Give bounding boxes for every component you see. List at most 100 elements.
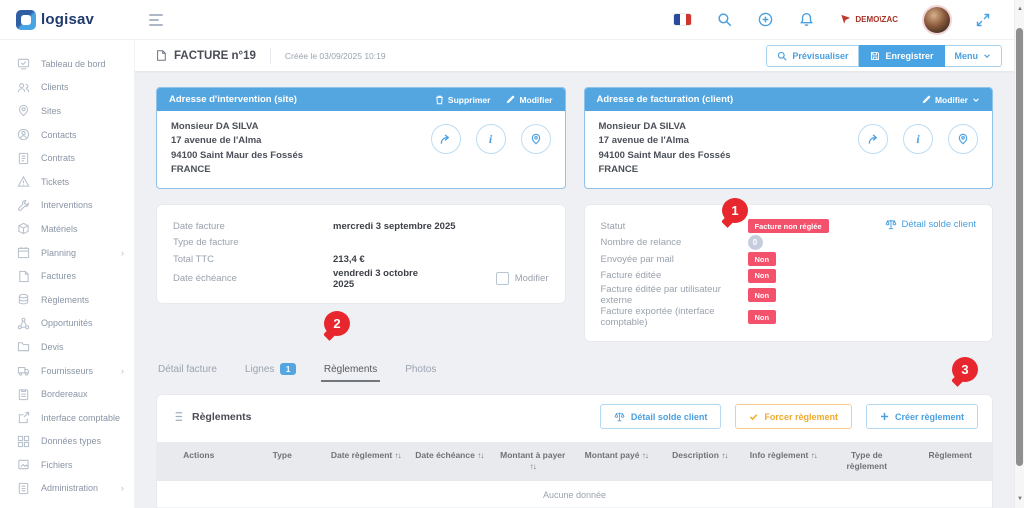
- preview-button[interactable]: Prévisualiser: [766, 45, 859, 67]
- column-date-reglement[interactable]: Date règlement ↑↓: [324, 442, 408, 481]
- tab-detail-facture[interactable]: Détail facture: [158, 363, 217, 382]
- annotation-1: 1: [722, 198, 748, 223]
- save-floppy-icon: [870, 51, 880, 61]
- info-button[interactable]: i: [903, 124, 933, 154]
- fullscreen-icon[interactable]: [976, 13, 990, 27]
- sidebar-item-interventions[interactable]: Interventions: [0, 194, 134, 218]
- sidebar-item-fournisseurs[interactable]: Fournisseurs›: [0, 359, 134, 383]
- sidebar-item-clients[interactable]: Clients: [0, 76, 134, 100]
- field-label: Facture éditée par utilisateur externe: [601, 284, 748, 306]
- scrollbar-thumb[interactable]: [1016, 28, 1023, 466]
- scrollbar-down-arrow[interactable]: ▼: [1015, 496, 1024, 502]
- sidebar-item-devis[interactable]: Devis: [0, 335, 134, 359]
- tab-lignes[interactable]: Lignes1: [245, 363, 296, 382]
- detail-balance-link[interactable]: Détail solde client: [885, 218, 976, 230]
- checkbox-label: Modifier: [515, 273, 549, 284]
- notifications-bell-icon[interactable]: [799, 12, 814, 27]
- sort-icon[interactable]: ↑↓: [395, 451, 401, 460]
- billing-address-text: Monsieur DA SILVA 17 avenue de l'Alma 94…: [599, 120, 731, 177]
- sent-by-mail-badge: Non: [748, 252, 777, 266]
- sidebar-item-sites[interactable]: Sites: [0, 99, 134, 123]
- annotation-3: 3: [952, 357, 978, 382]
- delete-address-button[interactable]: Supprimer: [435, 95, 491, 105]
- invoice-info-card: Date facturemercredi 3 septembre 2025 Ty…: [156, 204, 566, 304]
- sort-icon[interactable]: ↑↓: [642, 451, 648, 460]
- app-logo[interactable]: logisav: [0, 10, 135, 30]
- logo-icon: [16, 10, 36, 30]
- field-label: Envoyée par mail: [601, 254, 748, 265]
- info-icon: i: [489, 132, 492, 147]
- menu-button[interactable]: Menu: [945, 45, 1003, 67]
- sidebar-item-reglements[interactable]: Règlements: [0, 288, 134, 312]
- search-icon[interactable]: [717, 12, 732, 27]
- payments-panel: Règlements Détail solde client Forcer rè…: [156, 394, 993, 508]
- warning-triangle-icon: [17, 175, 30, 188]
- contact-icon: [17, 128, 30, 141]
- intervention-address-card: Adresse d'intervention (site) Supprimer …: [156, 87, 566, 189]
- map-pin-button[interactable]: [948, 124, 978, 154]
- truck-icon: [17, 364, 30, 377]
- page-title: FACTURE n°19: [174, 50, 256, 62]
- column-montant-a-payer[interactable]: Montant à payer ↑↓: [491, 442, 575, 481]
- intervention-address-title: Adresse d'intervention (site): [169, 94, 297, 105]
- sort-icon[interactable]: ↑↓: [530, 462, 536, 471]
- add-icon[interactable]: [758, 12, 773, 27]
- sidebar-item-administration[interactable]: Administration›: [0, 477, 134, 501]
- chevron-right-icon: ›: [121, 248, 124, 258]
- search-icon: [777, 51, 787, 61]
- tab-reglements[interactable]: Règlements: [324, 363, 377, 382]
- scrollbar-up-arrow[interactable]: ▲: [1015, 6, 1024, 12]
- billing-address-card: Adresse de facturation (client) Modifier…: [584, 87, 994, 189]
- chevron-down-icon: [983, 52, 991, 60]
- create-payment-button[interactable]: Créer règlement: [866, 404, 978, 429]
- sidebar-item-contacts[interactable]: Contacts: [0, 123, 134, 147]
- sidebar-item-contrats[interactable]: Contrats: [0, 146, 134, 170]
- sidebar-item-tableau-de-bord[interactable]: Tableau de bord: [0, 52, 134, 76]
- empty-state-text: Aucune donnée: [157, 481, 992, 508]
- sidebar-item-fichiers[interactable]: Fichiers: [0, 453, 134, 477]
- exported-badge: Non: [748, 310, 777, 324]
- sort-icon[interactable]: ↑↓: [811, 451, 817, 460]
- share-route-button[interactable]: [431, 124, 461, 154]
- tab-photos[interactable]: Photos: [405, 363, 436, 382]
- scales-icon: [885, 218, 897, 230]
- invoice-file-icon: [17, 270, 30, 283]
- sort-icon[interactable]: ↑↓: [721, 451, 727, 460]
- language-flag-icon[interactable]: [674, 14, 691, 25]
- column-description[interactable]: Description ↑↓: [658, 442, 742, 481]
- sidebar-item-bordereaux[interactable]: Bordereaux: [0, 382, 134, 406]
- field-label: Nombre de relance: [601, 237, 748, 248]
- column-reglement: Règlement: [909, 442, 993, 481]
- sidebar-item-donnees-types[interactable]: Données types: [0, 430, 134, 454]
- edit-due-date-checkbox[interactable]: [496, 272, 509, 285]
- user-avatar[interactable]: [924, 7, 950, 33]
- info-button[interactable]: i: [476, 124, 506, 154]
- edit-billing-address-button[interactable]: Modifier: [922, 95, 980, 105]
- sidebar-item-opportunites[interactable]: Opportunités: [0, 312, 134, 336]
- column-info-reglement[interactable]: Info règlement ↑↓: [742, 442, 826, 481]
- sidebar-toggle-icon[interactable]: [149, 14, 163, 26]
- share-route-button[interactable]: [858, 124, 888, 154]
- column-montant-paye[interactable]: Montant payé ↑↓: [575, 442, 659, 481]
- map-pin-button[interactable]: [521, 124, 551, 154]
- column-date-echeance[interactable]: Date échéance ↑↓: [408, 442, 492, 481]
- calendar-icon: [17, 246, 30, 259]
- site-pin-icon: [17, 104, 30, 117]
- sidebar-item-tickets[interactable]: Tickets: [0, 170, 134, 194]
- edit-address-button[interactable]: Modifier: [506, 95, 552, 105]
- page-scrollbar[interactable]: ▲ ▼: [1014, 0, 1024, 508]
- network-icon: [17, 317, 30, 330]
- wrench-icon: [17, 199, 30, 212]
- detail-balance-button[interactable]: Détail solde client: [600, 404, 722, 429]
- column-type: Type: [241, 442, 325, 481]
- force-payment-button[interactable]: Forcer règlement: [735, 404, 852, 429]
- clients-icon: [17, 81, 30, 94]
- sidebar-item-interface-comptable[interactable]: Interface comptable: [0, 406, 134, 430]
- sort-icon[interactable]: ↑↓: [477, 451, 483, 460]
- edited-badge: Non: [748, 269, 777, 283]
- sidebar-item-materiels[interactable]: Matériels: [0, 217, 134, 241]
- save-button[interactable]: Enregistrer: [859, 45, 944, 67]
- sidebar-item-planning[interactable]: Planning›: [0, 241, 134, 265]
- sidebar-item-factures[interactable]: Factures: [0, 264, 134, 288]
- current-user[interactable]: DEMO\ZAC: [840, 14, 898, 25]
